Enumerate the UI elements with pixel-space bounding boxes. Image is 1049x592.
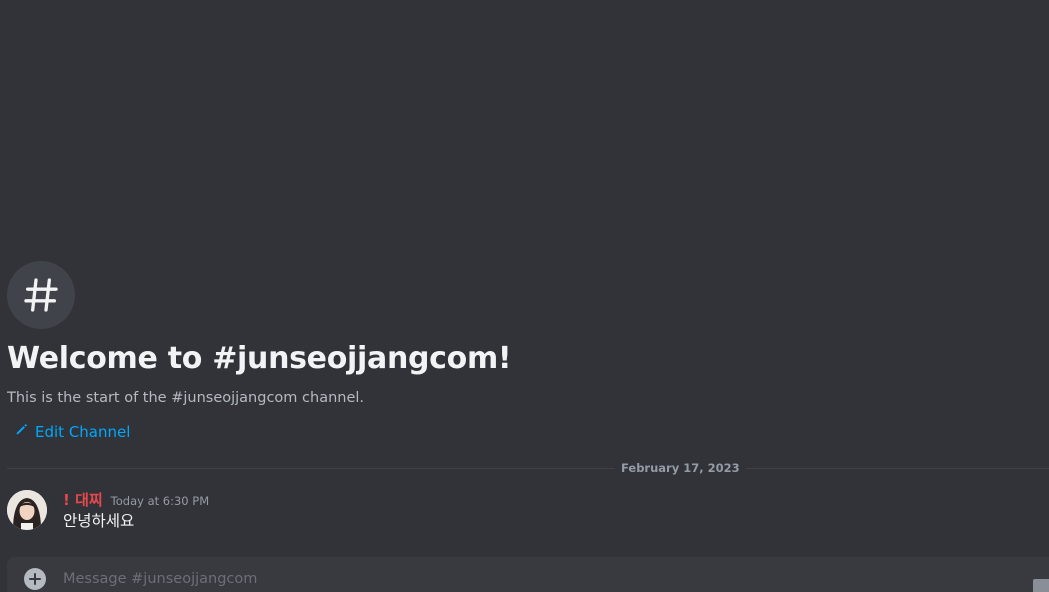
welcome-title: Welcome to #junseojjangcom! <box>7 341 512 376</box>
message-username[interactable]: ! 대찌 <box>63 490 103 510</box>
edit-channel-label: Edit Channel <box>35 423 131 441</box>
plus-icon <box>29 570 41 589</box>
message-input[interactable] <box>63 567 1003 591</box>
corner-indicator-icon <box>1033 579 1049 592</box>
date-divider-label: February 17, 2023 <box>615 460 746 476</box>
hash-icon <box>7 261 75 329</box>
avatar[interactable] <box>7 490 47 530</box>
pencil-icon <box>14 422 28 442</box>
message-item: ! 대찌 Today at 6:30 PM 안녕하세요 <box>7 490 1037 534</box>
message-text: 안녕하세요 <box>63 512 135 530</box>
message-timestamp: Today at 6:30 PM <box>110 494 210 508</box>
chat-area: Welcome to #junseojjangcom! This is the … <box>0 0 1049 592</box>
edit-channel-button[interactable]: Edit Channel <box>14 422 130 442</box>
date-divider <box>7 468 1049 469</box>
channel-welcome: Welcome to #junseojjangcom! This is the … <box>7 261 1037 442</box>
message-composer <box>7 557 1049 592</box>
welcome-subtitle: This is the start of the #junseojjangcom… <box>7 390 365 406</box>
message-header: ! 대찌 Today at 6:30 PM <box>63 490 209 510</box>
attach-button[interactable] <box>24 568 46 590</box>
